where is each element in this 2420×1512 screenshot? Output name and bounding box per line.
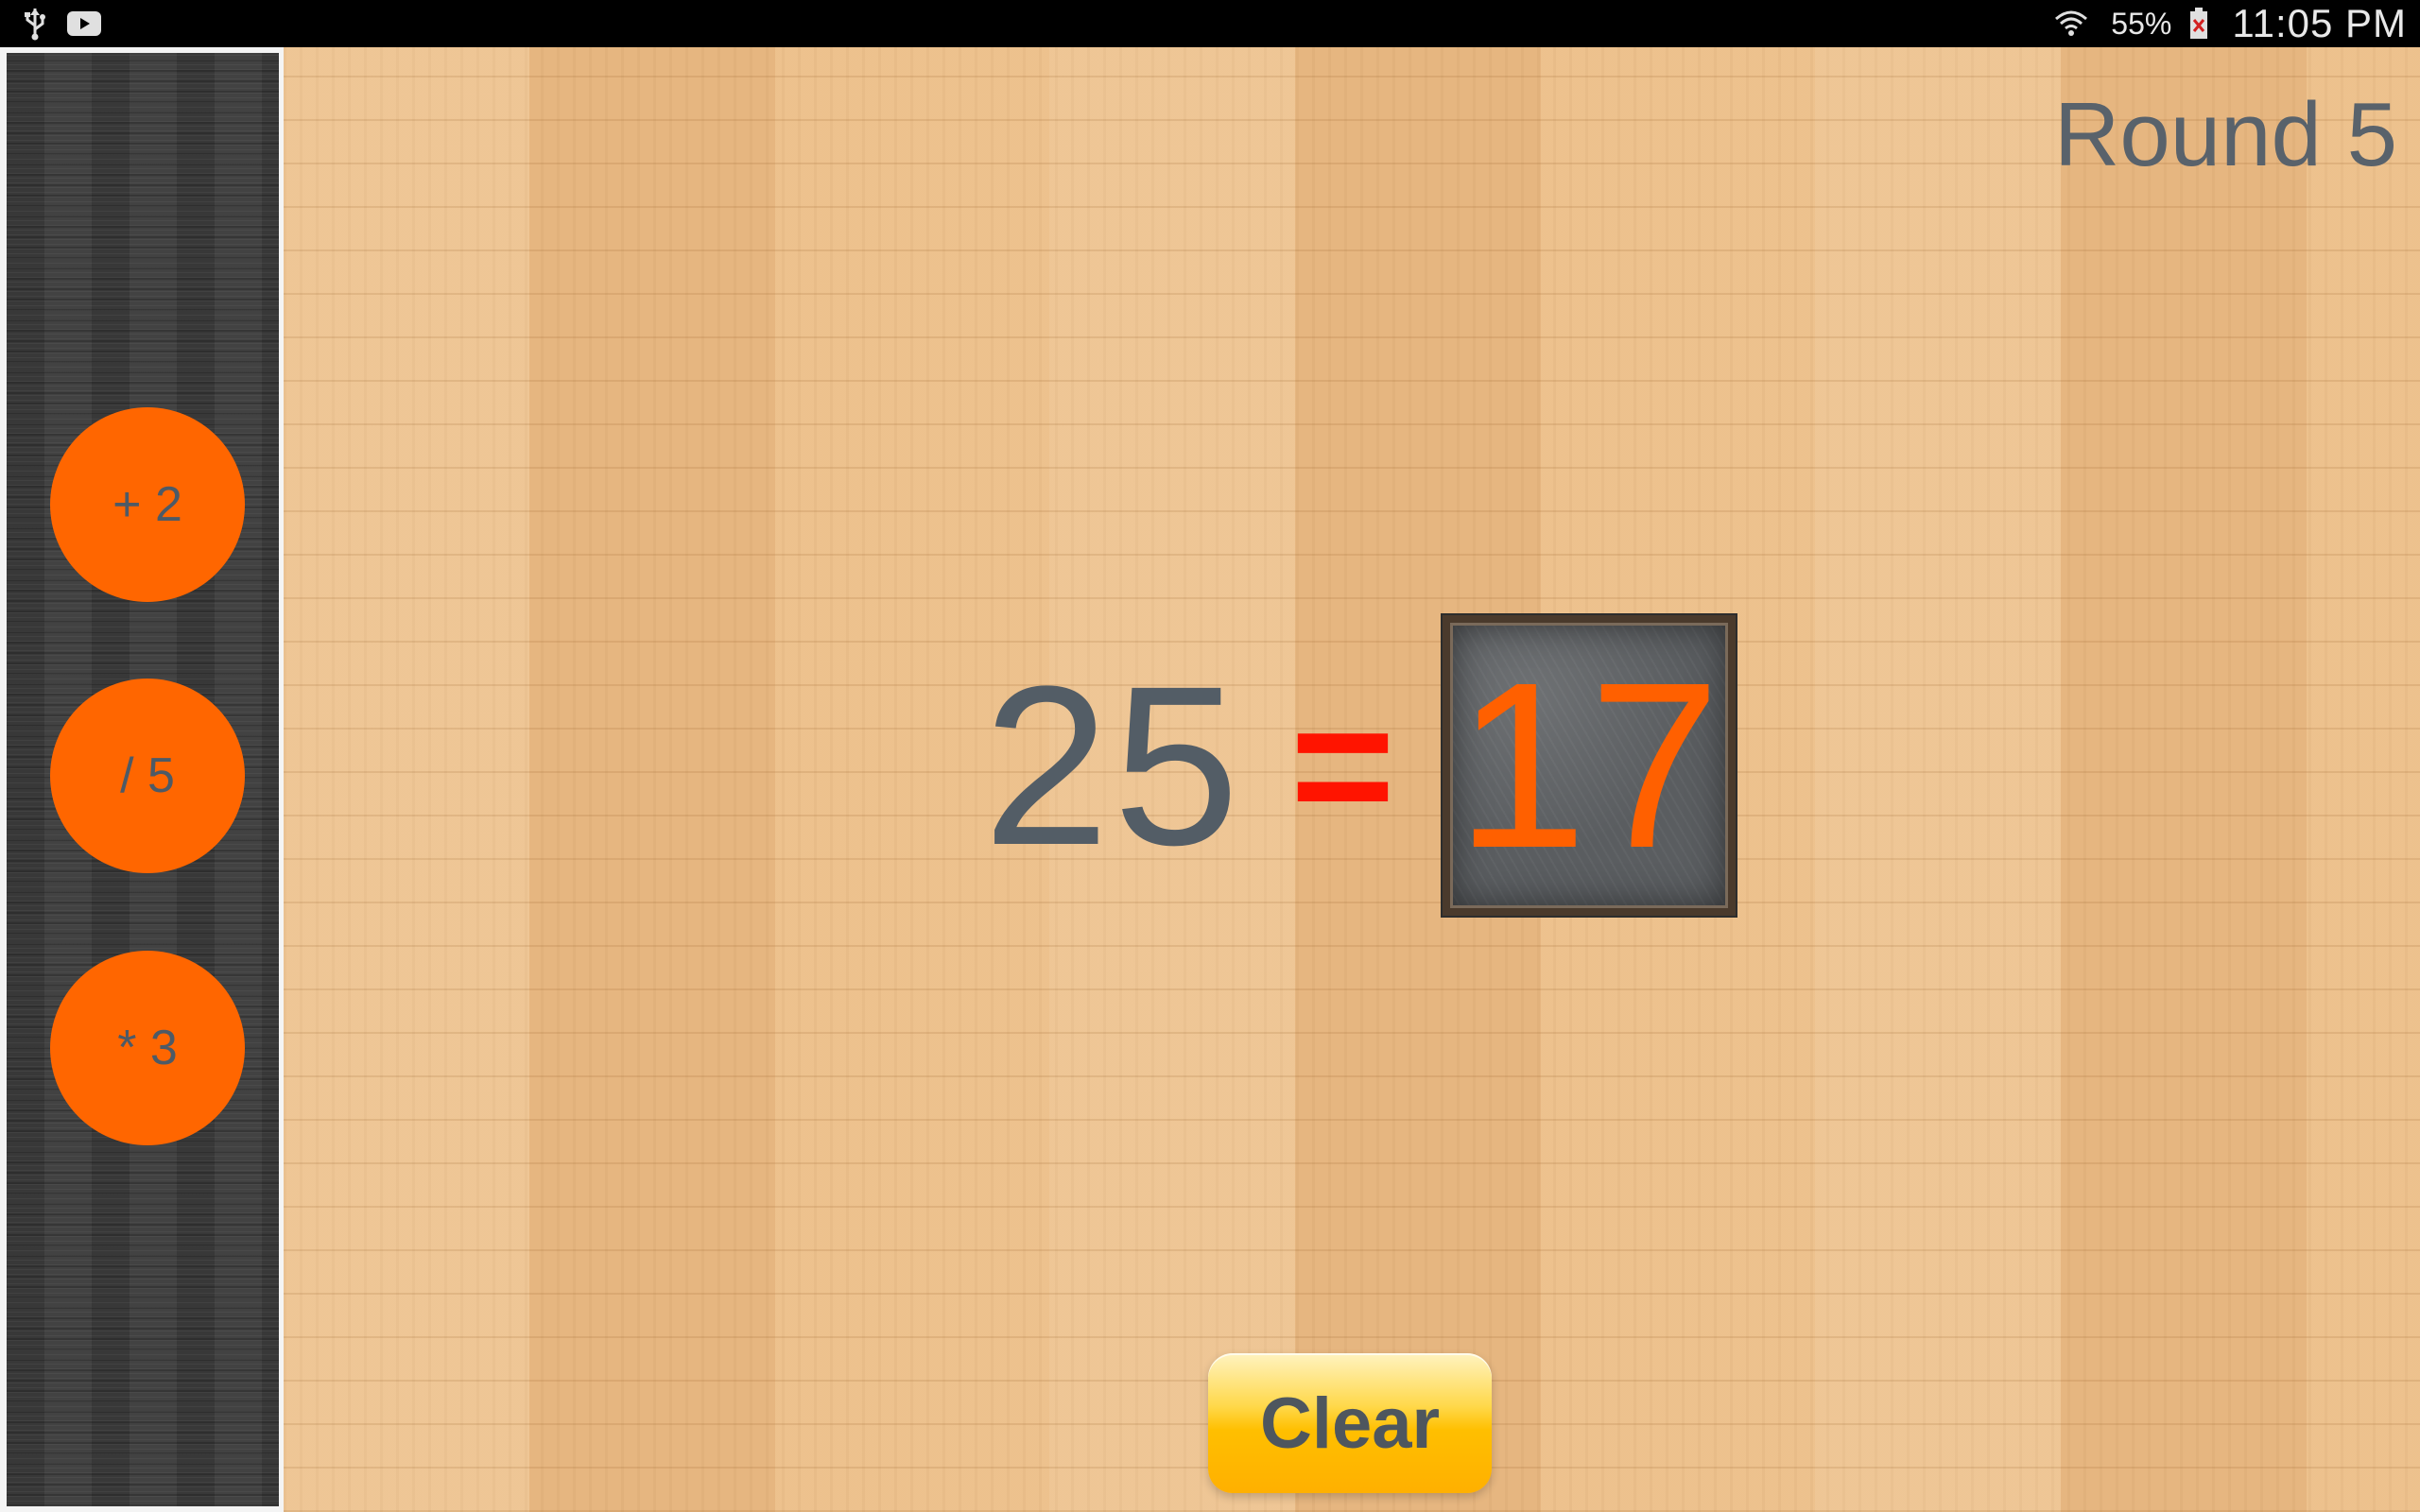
operation-button-multiply-3[interactable]: * 3	[50, 951, 245, 1145]
equation: 25 = 17	[983, 613, 1737, 918]
target-number: 17	[1455, 633, 1722, 897]
sidebar: + 2 / 5 * 3	[0, 47, 284, 1512]
target-box: 17	[1440, 613, 1737, 918]
game-board: Round 5 25 = 17 Clear	[284, 47, 2420, 1512]
youtube-icon	[66, 9, 102, 38]
status-right: 55% 11:05 PM	[2054, 1, 2407, 46]
wifi-icon	[2054, 8, 2088, 40]
battery-icon	[2188, 7, 2209, 41]
start-number: 25	[983, 639, 1243, 892]
equals-sign: =	[1289, 665, 1395, 866]
clock: 11:05 PM	[2232, 1, 2407, 45]
operation-button-plus-2[interactable]: + 2	[50, 407, 245, 602]
usb-icon	[21, 7, 49, 41]
status-left	[21, 7, 102, 41]
battery-percentage: 55%	[2111, 6, 2172, 41]
round-label: Round 5	[2054, 84, 2397, 185]
operation-button-divide-5[interactable]: / 5	[50, 679, 245, 873]
operations-panel: + 2 / 5 * 3	[7, 53, 279, 1506]
clear-button[interactable]: Clear	[1208, 1353, 1492, 1493]
status-bar: 55% 11:05 PM	[0, 0, 2420, 47]
